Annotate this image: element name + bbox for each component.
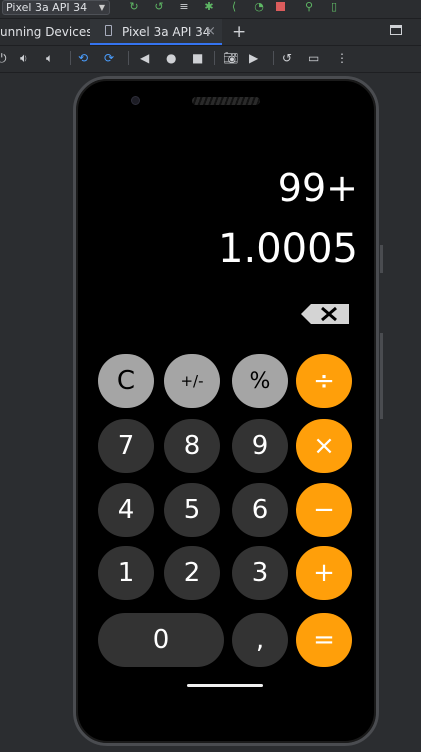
side-button-volume[interactable] [380,333,383,419]
home-gesture-bar[interactable] [187,684,263,687]
snapshot-icon[interactable]: ↺ [282,51,292,65]
running-devices-tabbar: unning Devices: Pixel 3a API 34 × + [0,19,421,46]
overview-icon[interactable]: ■ [192,51,203,65]
multiply-button[interactable]: × [296,419,352,473]
sign-toggle-button[interactable]: +/- [164,354,220,408]
more-icon[interactable]: ⋮ [336,51,348,65]
decimal-button[interactable]: , [232,613,288,667]
power-icon[interactable]: ⏻ [0,51,7,65]
digit-2-button[interactable]: 2 [164,546,220,600]
sync-icon[interactable]: ↻ [126,0,142,14]
tab-device-label: Pixel 3a API 34 [122,25,211,39]
tab-pixel-3a[interactable]: Pixel 3a API 34 × [90,19,222,45]
digit-9-button[interactable]: 9 [232,419,288,473]
ide-toolbar: Pixel 3a API 34 ▼ ↻ ↺ ≡ ✱ ⟨ ◔ ⚲ ▯ [0,0,421,19]
home-icon[interactable]: ● [166,51,176,65]
expression-display: 99+ [277,166,358,210]
inspect-icon[interactable]: ⚲ [301,0,317,14]
profile-icon[interactable]: ◔ [251,0,267,14]
side-button-power[interactable] [380,245,383,273]
rotate-left-icon[interactable]: ⟲ [78,51,88,65]
window-icon[interactable] [390,25,402,35]
rotate-right-icon[interactable]: ⟳ [104,51,114,65]
front-camera [131,96,140,105]
clear-button[interactable]: C [98,354,154,408]
equals-button[interactable]: = [296,613,352,667]
record-icon[interactable]: ▶ [249,51,258,65]
running-devices-label: unning Devices: [0,25,97,39]
device-manager-icon[interactable]: ▯ [326,0,342,14]
plus-button[interactable]: + [296,546,352,600]
back-icon[interactable]: ◀ [140,51,149,65]
result-display: 1.0005 [218,226,358,272]
divide-button[interactable]: ÷ [296,354,352,408]
bug-icon[interactable]: ✱ [201,0,217,14]
close-icon[interactable]: × [205,24,216,39]
minus-button[interactable]: − [296,483,352,537]
chevron-down-icon: ▼ [98,3,105,12]
digit-4-button[interactable]: 4 [98,483,154,537]
backspace-icon[interactable] [300,303,350,325]
earpiece-speaker [192,97,260,105]
screenshot-icon[interactable]: 📷︎ [223,51,238,65]
emulator-toolbar: ⏻ 🔉︎ 🔈︎ ⟲ ⟳ ◀ ● ■ 📷︎ ▶ ↺ ▭ ⋮ [0,46,421,73]
digit-5-button[interactable]: 5 [164,483,220,537]
volume-down-icon[interactable]: 🔈︎ [46,51,53,65]
volume-up-icon[interactable]: 🔉︎ [20,51,28,65]
digit-7-button[interactable]: 7 [98,419,154,473]
percent-button[interactable]: % [232,354,288,408]
phone-icon [105,25,112,36]
attach-icon[interactable]: ⟨ [226,0,242,14]
extended-controls-icon[interactable]: ▭ [308,51,319,65]
digit-3-button[interactable]: 3 [232,546,288,600]
layout-icon[interactable]: ≡ [176,0,192,14]
digit-8-button[interactable]: 8 [164,419,220,473]
digit-1-button[interactable]: 1 [98,546,154,600]
add-device-icon[interactable]: + [232,22,246,42]
digit-6-button[interactable]: 6 [232,483,288,537]
device-selector-label: Pixel 3a API 34 [6,1,88,14]
apply-changes-icon[interactable]: ↺ [151,0,167,14]
device-selector[interactable]: Pixel 3a API 34 ▼ [2,0,110,15]
stop-icon[interactable] [276,0,292,14]
digit-0-button[interactable]: 0 [98,613,224,667]
